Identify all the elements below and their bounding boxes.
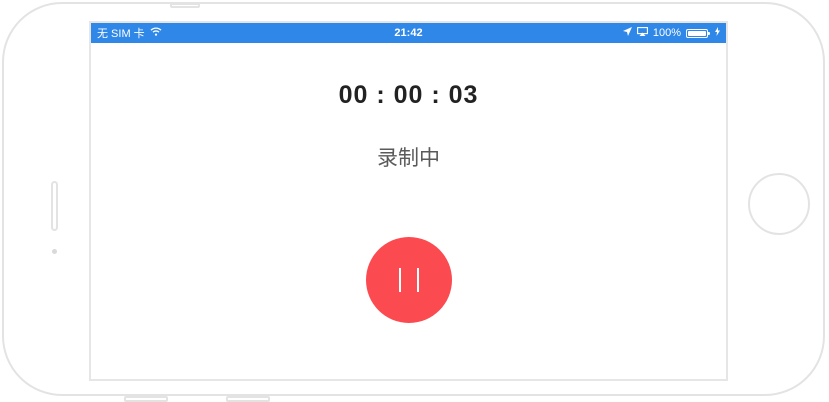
carrier-label: 无 SIM 卡 [97, 28, 145, 40]
status-bar-right: 100% [409, 27, 720, 39]
pause-button[interactable] [366, 237, 452, 323]
power-button [170, 3, 200, 8]
status-bar-left: 无 SIM 卡 [97, 25, 409, 41]
volume-up-button [124, 396, 168, 402]
app-screen: 无 SIM 卡 21:42 100% 00: 00: 03 录制中 [89, 21, 728, 381]
battery-icon [686, 28, 710, 38]
location-arrow-icon [622, 27, 632, 39]
wifi-icon [150, 27, 162, 39]
recording-status-label: 录制中 [377, 146, 440, 170]
airplay-icon [636, 27, 648, 39]
charging-bolt-icon [715, 27, 720, 39]
battery-percent: 100% [652, 27, 681, 39]
home-button[interactable] [748, 173, 810, 235]
front-camera [52, 249, 57, 254]
volume-down-button [226, 396, 270, 402]
status-bar: 无 SIM 卡 21:42 100% [91, 23, 726, 43]
earpiece-speaker [51, 181, 58, 231]
phone-frame: 无 SIM 卡 21:42 100% 00: 00: 03 录制中 [2, 2, 825, 402]
elapsed-timer: 00 : 00 : 03 [338, 81, 479, 109]
